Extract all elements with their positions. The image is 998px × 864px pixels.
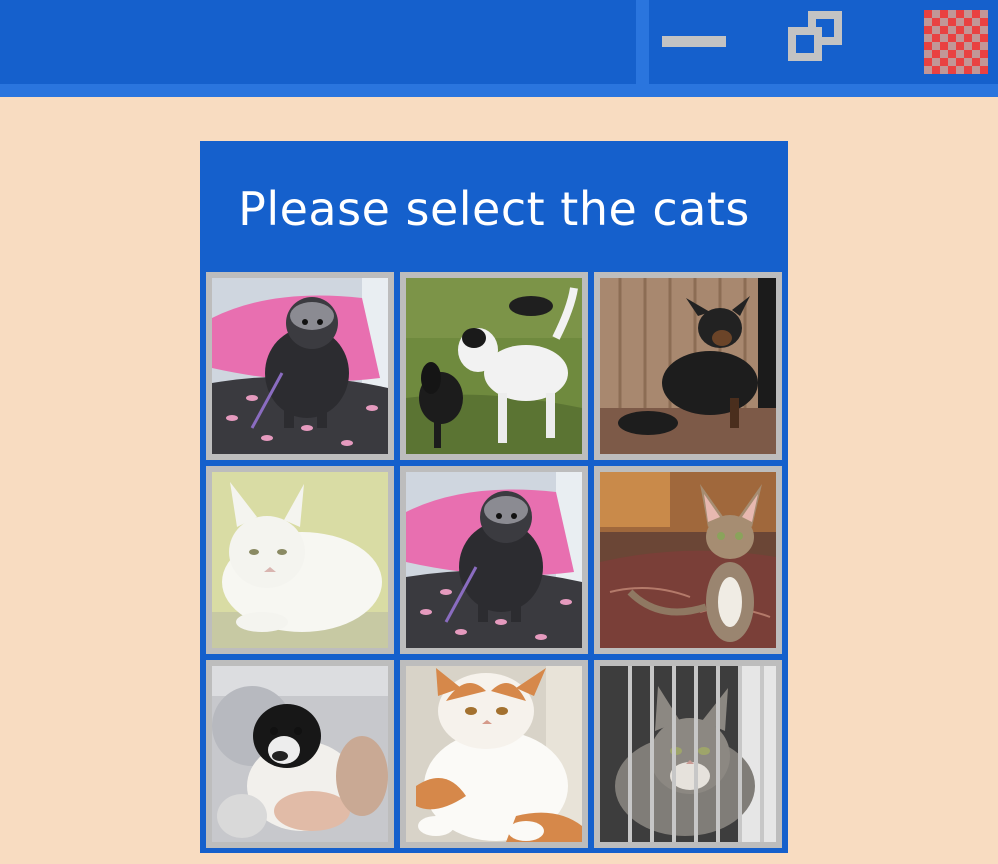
cat-image xyxy=(600,666,776,842)
dog-image xyxy=(212,278,388,454)
captcha-tile-dog-pillow-2[interactable] xyxy=(400,466,588,654)
dog-image xyxy=(406,472,582,648)
close-button[interactable] xyxy=(924,0,988,84)
cat-image xyxy=(212,472,388,648)
captcha-panel: Please select the cats xyxy=(200,141,788,853)
dog-image xyxy=(212,666,388,842)
captcha-tile-puppy-held[interactable] xyxy=(206,660,394,848)
captcha-tile-cat-bars[interactable] xyxy=(594,660,782,848)
captcha-tile-dogs-grass[interactable] xyxy=(400,272,588,460)
cat-image xyxy=(406,666,582,842)
captcha-tile-orange-cat[interactable] xyxy=(400,660,588,848)
title-bar xyxy=(0,0,998,84)
captcha-tile-tabby-kitten[interactable] xyxy=(594,466,782,654)
captcha-tile-black-dog[interactable] xyxy=(594,272,782,460)
captcha-title: Please select the cats xyxy=(238,182,750,236)
restore-button[interactable] xyxy=(780,0,870,84)
captcha-tile-dog-pillow-1[interactable] xyxy=(206,272,394,460)
title-bar-border xyxy=(0,84,998,97)
minimize-button[interactable] xyxy=(650,0,740,84)
dog-image xyxy=(600,278,776,454)
close-icon xyxy=(924,10,988,74)
dog-image xyxy=(406,278,582,454)
cat-image xyxy=(600,472,776,648)
title-bar-divider xyxy=(636,0,649,84)
minimize-icon xyxy=(662,36,726,47)
captcha-tile-white-cat[interactable] xyxy=(206,466,394,654)
